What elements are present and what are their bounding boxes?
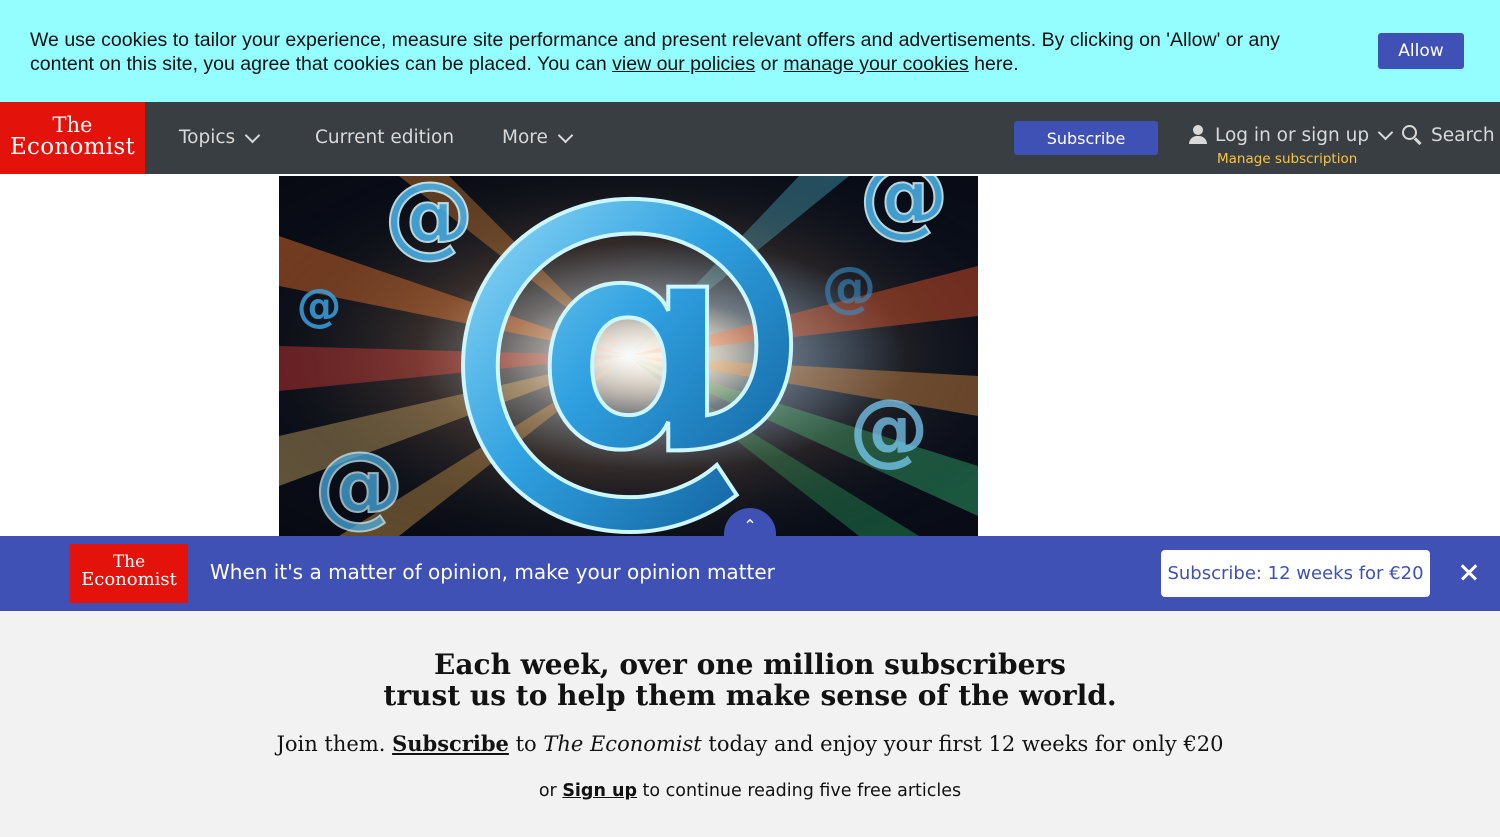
promo-tagline: When it's a matter of opinion, make your…	[210, 560, 775, 584]
paywall-panel: Each week, over one million subscribers …	[0, 611, 1500, 837]
cookie-message: We use cookies to tailor your experience…	[30, 28, 1330, 76]
paywall-subscribe-link[interactable]: Subscribe	[392, 731, 509, 756]
at-symbol-small: @	[297, 279, 342, 332]
promo-logo: The Economist	[70, 544, 188, 603]
search-label: Search	[1431, 124, 1495, 146]
nav-topics-label: Topics	[179, 127, 236, 148]
at-symbol-small: @	[859, 176, 949, 248]
chevron-down-icon	[244, 127, 261, 144]
chevron-down-icon	[557, 127, 574, 144]
allow-cookies-button[interactable]: Allow	[1378, 33, 1464, 69]
article-hero-image: @ @ @ @ @ @ @	[279, 176, 978, 536]
paywall-heading-line2: trust us to help them make sense of the …	[383, 679, 1117, 712]
nav-current-edition-label: Current edition	[315, 127, 455, 148]
view-policies-link[interactable]: view our policies	[612, 53, 755, 75]
search-icon	[1402, 124, 1422, 146]
join-text-part1: Join them.	[276, 732, 393, 756]
paywall-join-text: Join them. Subscribe to The Economist to…	[0, 731, 1500, 756]
economist-logo[interactable]: The Economist	[0, 102, 145, 174]
nav-current-edition[interactable]: Current edition	[315, 124, 454, 152]
promo-subscribe-button[interactable]: Subscribe: 12 weeks for €20	[1161, 550, 1430, 597]
login-signup-menu[interactable]: Log in or sign up	[1188, 124, 1394, 146]
cookie-banner: We use cookies to tailor your experience…	[0, 0, 1500, 102]
paywall-heading: Each week, over one million subscribers …	[0, 649, 1500, 711]
cookie-text-part3: here.	[968, 53, 1019, 75]
search-button[interactable]: Search	[1402, 124, 1495, 146]
at-symbol-small: @	[849, 382, 929, 475]
promo-logo-line2: Economist	[81, 569, 177, 590]
at-symbol-small: @	[384, 176, 474, 268]
at-symbol-small: @	[822, 255, 877, 319]
join-text-part3: today and enjoy your first 12 weeks for …	[701, 732, 1224, 756]
or-text-part1: or	[538, 781, 563, 801]
or-text-part2: to continue reading five free articles	[636, 781, 962, 801]
nav-more-label: More	[502, 127, 548, 148]
top-navbar: The Economist Topics Current edition Mor…	[0, 102, 1500, 174]
publication-name: The Economist	[543, 732, 702, 756]
cookie-text-part2: or	[755, 53, 784, 75]
chevron-up-icon: ⌃	[743, 516, 757, 535]
nav-subscribe-button[interactable]: Subscribe	[1014, 121, 1158, 155]
paywall-signup-text: or Sign up to continue reading five free…	[0, 781, 1500, 801]
logo-line2: Economist	[9, 134, 136, 160]
manage-subscription-link[interactable]: Manage subscription	[1217, 151, 1357, 167]
at-symbol-small: @	[314, 433, 404, 536]
chevron-down-icon	[1377, 124, 1394, 141]
hero-illustration: @ @ @ @ @ @ @	[279, 176, 978, 536]
paywall-heading-line1: Each week, over one million subscribers	[434, 648, 1066, 681]
close-icon[interactable]	[1456, 559, 1482, 585]
nav-more[interactable]: More	[502, 124, 574, 152]
login-label: Log in or sign up	[1215, 124, 1370, 146]
at-symbol-main: @	[438, 176, 818, 536]
subscribe-promo-bar: The Economist When it's a matter of opin…	[0, 536, 1500, 611]
nav-topics[interactable]: Topics	[179, 124, 261, 152]
user-icon	[1188, 124, 1208, 146]
manage-cookies-link[interactable]: manage your cookies	[783, 53, 968, 75]
join-text-part2: to	[508, 732, 544, 756]
paywall-signup-link[interactable]: Sign up	[562, 781, 637, 801]
